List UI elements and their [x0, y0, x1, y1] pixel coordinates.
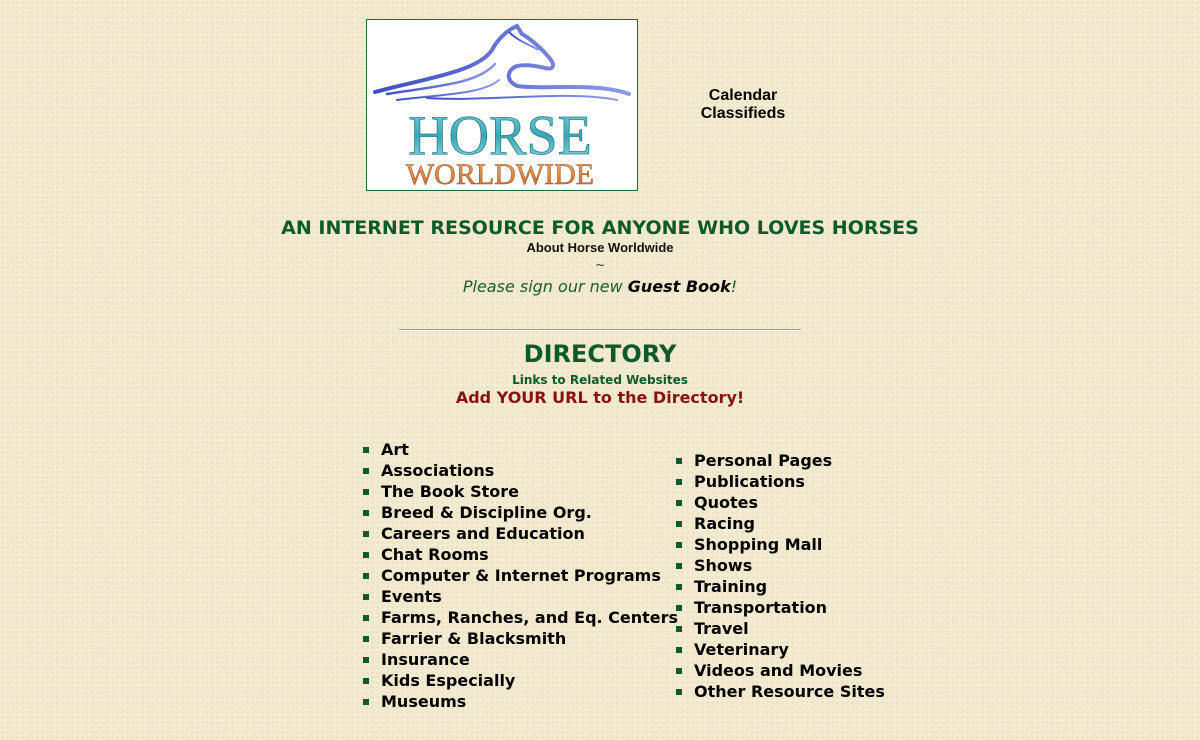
horse-head-logo-icon: HORSE WORLDWIDE — [373, 23, 631, 190]
square-bullet-icon — [676, 647, 682, 653]
directory-item[interactable]: Careers and Education — [363, 523, 678, 544]
directory-item[interactable]: Quotes — [676, 492, 885, 513]
directory-item-label[interactable]: Racing — [694, 514, 755, 533]
directory-item-label[interactable]: Kids Especially — [381, 671, 515, 690]
guest-book-prompt: Please sign our new Guest Book! — [0, 277, 1200, 296]
square-bullet-icon — [676, 500, 682, 506]
about-link[interactable]: About Horse Worldwide — [526, 240, 673, 255]
directory-item[interactable]: Publications — [676, 471, 885, 492]
directory-item-label[interactable]: Videos and Movies — [694, 661, 862, 680]
directory-item-label[interactable]: Computer & Internet Programs — [381, 566, 661, 585]
square-bullet-icon — [676, 479, 682, 485]
guest-prefix: Please sign our new — [462, 277, 628, 296]
directory-item[interactable]: Computer & Internet Programs — [363, 565, 678, 586]
directory-item-label[interactable]: Art — [381, 440, 409, 459]
svg-text:WORLDWIDE: WORLDWIDE — [406, 158, 594, 190]
directory-item[interactable]: Chat Rooms — [363, 544, 678, 565]
directory-item-label[interactable]: Associations — [381, 461, 494, 480]
directory-item-label[interactable]: Training — [694, 577, 767, 596]
square-bullet-icon — [676, 563, 682, 569]
square-bullet-icon — [363, 678, 369, 684]
directory-title: DIRECTORY — [523, 340, 677, 368]
directory-item[interactable]: Art — [363, 439, 678, 460]
square-bullet-icon — [363, 468, 369, 474]
directory-item[interactable]: Shows — [676, 555, 885, 576]
directory-item[interactable]: Other Resource Sites — [676, 681, 885, 702]
square-bullet-icon — [676, 542, 682, 548]
square-bullet-icon — [676, 605, 682, 611]
square-bullet-icon — [363, 489, 369, 495]
directory-item[interactable]: The Book Store — [363, 481, 678, 502]
directory-item-label[interactable]: Transportation — [694, 598, 827, 617]
site-tagline: AN INTERNET RESOURCE FOR ANYONE WHO LOVE… — [281, 217, 919, 239]
square-bullet-icon — [363, 447, 369, 453]
top-links: Calendar Classifieds — [690, 87, 796, 123]
directory-item-label[interactable]: The Book Store — [381, 482, 519, 501]
add-url-link[interactable]: Add YOUR URL to the Directory! — [0, 388, 1200, 407]
guest-book-link[interactable]: Guest Book — [628, 277, 731, 296]
directory-item[interactable]: Events — [363, 586, 678, 607]
square-bullet-icon — [676, 458, 682, 464]
classifieds-link[interactable]: Classifieds — [690, 105, 796, 123]
square-bullet-icon — [363, 552, 369, 558]
directory-column-2: Personal Pages Publications Quotes Racing Sh… — [676, 450, 885, 702]
square-bullet-icon — [363, 636, 369, 642]
guest-suffix: ! — [730, 277, 738, 296]
square-bullet-icon — [676, 689, 682, 695]
directory-item-label[interactable]: Farrier & Blacksmith — [381, 629, 566, 648]
calendar-link[interactable]: Calendar — [690, 87, 796, 105]
directory-item-label[interactable]: Other Resource Sites — [694, 682, 885, 701]
square-bullet-icon — [676, 521, 682, 527]
directory-item[interactable]: Associations — [363, 460, 678, 481]
directory-item-label[interactable]: Careers and Education — [381, 524, 585, 543]
square-bullet-icon — [676, 626, 682, 632]
directory-item[interactable]: Videos and Movies — [676, 660, 885, 681]
directory-item-label[interactable]: Shopping Mall — [694, 535, 822, 554]
directory-item-label[interactable]: Veterinary — [694, 640, 789, 659]
directory-item-label[interactable]: Quotes — [694, 493, 758, 512]
square-bullet-icon — [363, 573, 369, 579]
directory-item-label[interactable]: Travel — [694, 619, 749, 638]
directory-item-label[interactable]: Farms, Ranches, and Eq. Centers — [381, 608, 678, 627]
square-bullet-icon — [676, 668, 682, 674]
directory-subtitle[interactable]: Links to Related Websites — [0, 373, 1200, 387]
square-bullet-icon — [363, 531, 369, 537]
directory-item[interactable]: Shopping Mall — [676, 534, 885, 555]
horizontal-rule — [399, 329, 801, 331]
square-bullet-icon — [676, 584, 682, 590]
directory-item[interactable]: Insurance — [363, 649, 678, 670]
directory-item-label[interactable]: Chat Rooms — [381, 545, 489, 564]
directory-item[interactable]: Museums — [363, 691, 678, 712]
directory-item[interactable]: Breed & Discipline Org. — [363, 502, 678, 523]
directory-item[interactable]: Kids Especially — [363, 670, 678, 691]
directory-column-1: Art Associations The Book Store Breed & Dis… — [363, 439, 678, 712]
directory-item-label[interactable]: Breed & Discipline Org. — [381, 503, 592, 522]
horse-worldwide-logo[interactable]: HORSE WORLDWIDE — [366, 19, 638, 191]
directory-item-label[interactable]: Insurance — [381, 650, 470, 669]
separator: ~ — [594, 258, 606, 272]
directory-item-label[interactable]: Publications — [694, 472, 805, 491]
directory-item-label[interactable]: Personal Pages — [694, 451, 832, 470]
directory-item-label[interactable]: Museums — [381, 692, 466, 711]
directory-item-label[interactable]: Events — [381, 587, 442, 606]
directory-item[interactable]: Personal Pages — [676, 450, 885, 471]
square-bullet-icon — [363, 615, 369, 621]
directory-item[interactable]: Training — [676, 576, 885, 597]
directory-item[interactable]: Transportation — [676, 597, 885, 618]
square-bullet-icon — [363, 594, 369, 600]
directory-item[interactable]: Veterinary — [676, 639, 885, 660]
directory-item[interactable]: Racing — [676, 513, 885, 534]
square-bullet-icon — [363, 510, 369, 516]
directory-item[interactable]: Farms, Ranches, and Eq. Centers — [363, 607, 678, 628]
directory-item-label[interactable]: Shows — [694, 556, 752, 575]
square-bullet-icon — [363, 657, 369, 663]
square-bullet-icon — [363, 699, 369, 705]
directory-item[interactable]: Farrier & Blacksmith — [363, 628, 678, 649]
directory-item[interactable]: Travel — [676, 618, 885, 639]
